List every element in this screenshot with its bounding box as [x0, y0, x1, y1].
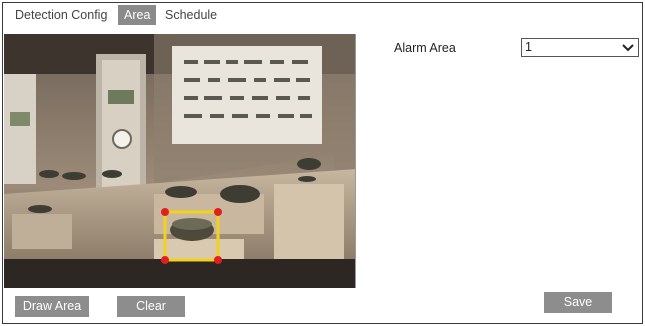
draw-area-button[interactable]: Draw Area — [15, 296, 89, 317]
camera-preview-image — [4, 34, 355, 288]
alarm-area-select[interactable]: 1 — [521, 38, 639, 57]
motion-area-panel: Detection Config Area Schedule Alarm Are… — [2, 2, 643, 324]
tab-detection-config[interactable]: Detection Config — [15, 5, 107, 25]
tab-bar: Detection Config Area Schedule — [3, 3, 642, 27]
alarm-area-label: Alarm Area — [394, 41, 456, 55]
alarm-area-value: 1 — [525, 40, 532, 54]
tab-area[interactable]: Area — [118, 5, 157, 25]
save-button[interactable]: Save — [544, 292, 612, 313]
clear-button[interactable]: Clear — [117, 296, 185, 317]
camera-preview[interactable] — [4, 34, 356, 288]
chevron-down-icon — [622, 44, 634, 52]
tab-schedule[interactable]: Schedule — [165, 5, 217, 25]
